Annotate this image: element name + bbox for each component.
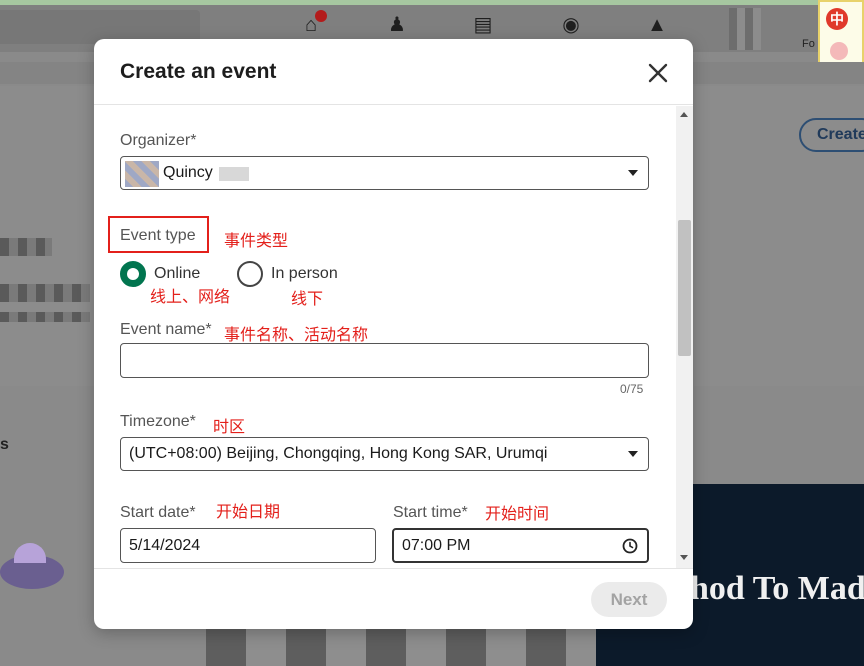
background-create-button: Create <box>799 118 864 152</box>
start-date-label: Start date* <box>120 504 196 521</box>
background-ufo-image <box>0 543 64 589</box>
start-time-label: Start time* <box>393 504 468 521</box>
background-avatar <box>729 8 761 50</box>
start-date-input[interactable]: 5/14/2024 <box>120 528 376 563</box>
scroll-up-icon[interactable] <box>680 112 688 117</box>
start-time-value: 07:00 PM <box>402 537 471 554</box>
background-article-image-text: hod To Mad <box>690 570 864 607</box>
timezone-value: (UTC+08:00) Beijing, Chongqing, Hong Kon… <box>129 445 548 462</box>
background-blurred-text <box>0 312 90 322</box>
online-annotation: 线上、网络 <box>150 289 231 306</box>
bell-icon: ▲ <box>647 14 667 36</box>
start-time-input[interactable]: 07:00 PM <box>392 528 649 563</box>
organizer-name-redacted <box>219 167 249 181</box>
background-section-heading: s <box>0 436 9 453</box>
next-button[interactable]: Next <box>591 582 667 617</box>
in-person-annotation: 线下 <box>291 291 324 308</box>
chevron-down-icon <box>628 451 638 457</box>
event-type-label: Event type <box>120 227 196 244</box>
start-time-annotation: 开始时间 <box>485 506 550 523</box>
event-name-counter: 0/75 <box>620 382 644 396</box>
event-name-annotation: 事件名称、活动名称 <box>224 327 369 344</box>
briefcase-icon: ▤ <box>473 14 493 36</box>
network-icon: ♟ <box>388 14 406 36</box>
timezone-annotation: 时区 <box>213 419 246 436</box>
online-radio[interactable] <box>120 261 146 287</box>
background-chess-image <box>206 628 596 666</box>
in-person-radio-label[interactable]: In person <box>271 265 338 283</box>
modal-footer: Next <box>94 568 693 629</box>
messaging-icon: ◉ <box>562 14 580 36</box>
clock-icon[interactable] <box>622 538 638 554</box>
notification-dot <box>315 10 327 22</box>
event-type-annotation: 事件类型 <box>224 233 289 250</box>
background-blurred-text <box>0 238 52 256</box>
modal-title: Create an event <box>120 60 277 83</box>
timezone-label: Timezone* <box>120 413 196 430</box>
timezone-select[interactable]: (UTC+08:00) Beijing, Chongqing, Hong Kon… <box>120 437 649 471</box>
organizer-label: Organizer* <box>120 132 197 149</box>
background-nav-label: Fo <box>802 38 815 50</box>
modal-scrollbar[interactable] <box>676 106 693 568</box>
event-name-label: Event name* <box>120 321 212 338</box>
sticker-icon-secondary <box>830 42 848 60</box>
online-radio-label[interactable]: Online <box>154 265 200 283</box>
scroll-down-icon[interactable] <box>680 555 688 560</box>
organizer-name: Quincy <box>163 164 213 181</box>
sticker-icon: 中 <box>826 8 848 30</box>
organizer-avatar <box>125 161 159 187</box>
create-event-modal: Create an event Organizer* Quincy Event … <box>94 39 693 629</box>
organizer-select[interactable]: Quincy <box>120 156 649 190</box>
chevron-down-icon <box>628 170 638 176</box>
start-date-annotation: 开始日期 <box>216 504 281 521</box>
close-icon <box>648 63 668 83</box>
event-name-input[interactable] <box>120 343 649 378</box>
background-card-left <box>0 86 94 386</box>
home-icon: ⌂ <box>298 10 327 38</box>
background-blurred-text <box>0 284 90 302</box>
scroll-thumb[interactable] <box>678 220 691 356</box>
close-button[interactable] <box>643 58 673 88</box>
modal-body: Organizer* Quincy Event type 事件类型 Online… <box>94 106 693 568</box>
in-person-radio[interactable] <box>237 261 263 287</box>
modal-header: Create an event <box>94 39 693 105</box>
